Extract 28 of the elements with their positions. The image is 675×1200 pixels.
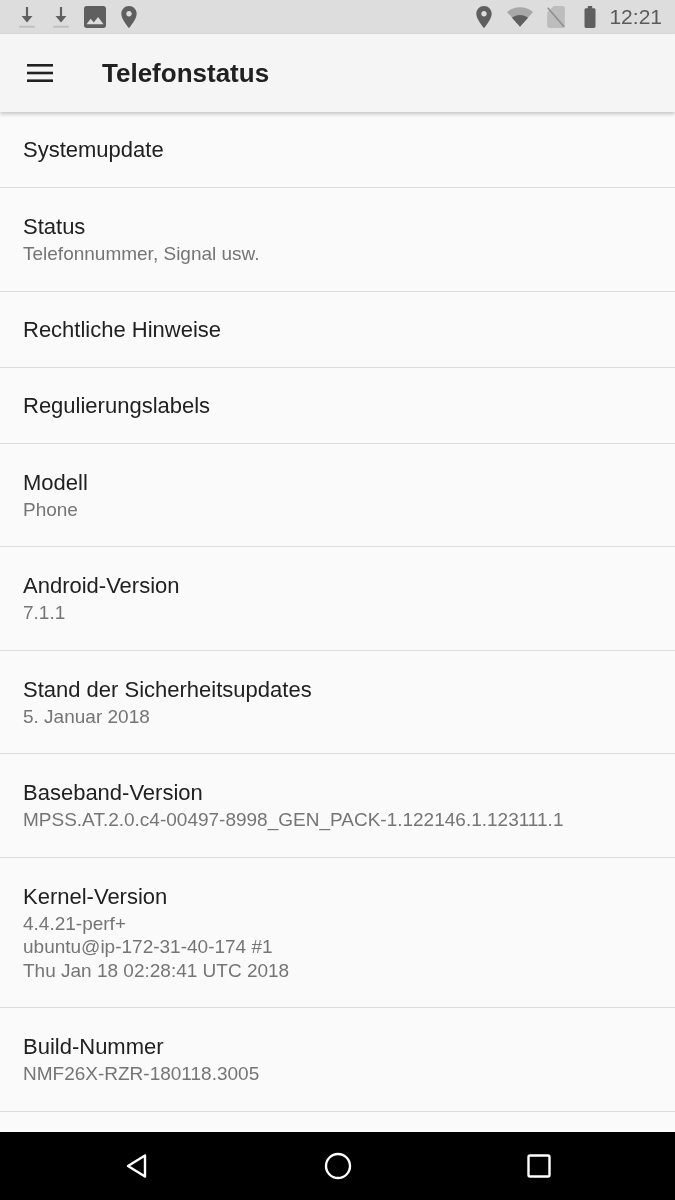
screen-title: Telefonstatus <box>102 57 270 89</box>
item-title[interactable]: Android-Version <box>23 573 180 599</box>
item-title[interactable]: Baseband-Version <box>23 780 203 806</box>
item-summary: MPSS.AT.2.0.c4-00497-8998_GEN_PACK-1.122146.1.123111.1 <box>23 808 564 832</box>
clock-time: 12:21 <box>609 5 662 29</box>
item-title[interactable]: Kernel-Version <box>23 883 168 910</box>
download-icon <box>16 6 38 28</box>
location-pin-icon <box>118 6 140 28</box>
menu-icon <box>27 64 53 82</box>
item-title[interactable]: Build-Nummer <box>23 1034 164 1060</box>
item-title[interactable]: Modell <box>23 469 88 496</box>
item-title[interactable]: Regulierungslabels <box>23 392 211 419</box>
item-title[interactable]: Rechtliche Hinweise <box>23 316 222 343</box>
item-summary: NMF26X-RZR-180118.3005 <box>23 1062 260 1086</box>
item-title[interactable]: Status <box>23 214 86 240</box>
home-button[interactable] <box>322 1151 353 1181</box>
item-title[interactable]: Systemupdate <box>23 137 164 163</box>
item-summary: 5. Januar 2018 <box>23 704 150 728</box>
item-title[interactable]: Stand der Sicherheitsupdates <box>23 676 312 703</box>
home-circle-icon <box>322 1151 353 1181</box>
item-summary: Telefonnummer, Signal usw. <box>23 242 260 266</box>
no-sim-icon <box>545 6 568 28</box>
download-icon <box>50 6 72 28</box>
image-icon <box>84 6 106 28</box>
item-summary: Phone <box>23 497 78 521</box>
wifi-icon <box>507 6 534 28</box>
item-summary: 4.4.21-perf+ ubuntu@ip-172-31-40-174 #1 Thu Jan 18 02:28:41 UTC 2018 <box>23 911 290 982</box>
item-summary: 7.1.1 <box>23 601 66 625</box>
